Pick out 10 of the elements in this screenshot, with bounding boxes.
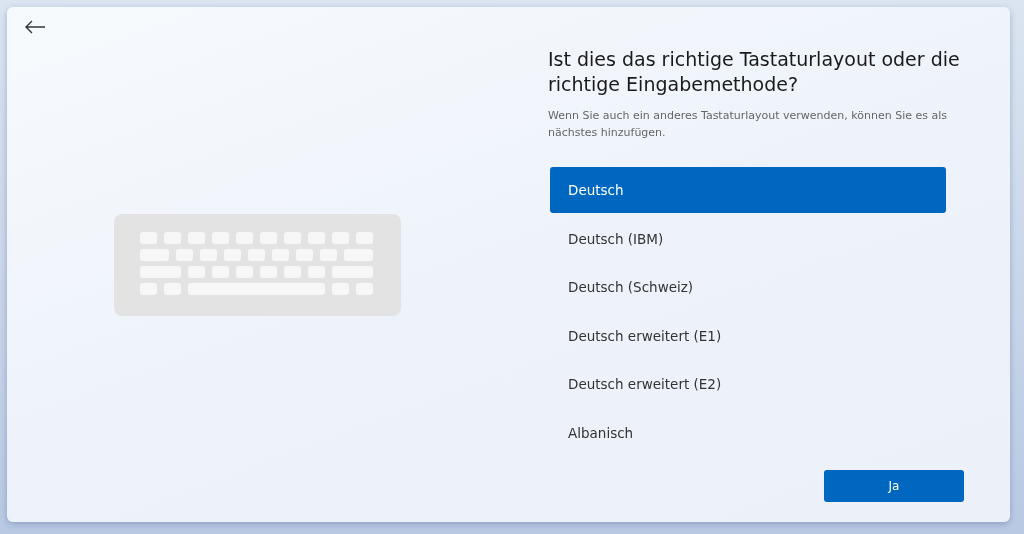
- layout-option[interactable]: Deutsch (IBM): [550, 215, 946, 262]
- confirm-button[interactable]: Ja: [824, 469, 964, 502]
- back-button[interactable]: [24, 20, 46, 34]
- description-text: Wenn Sie auch ein anderes Tastaturlayout verwenden, können Sie es als nächstes hinzufügen.: [548, 108, 948, 141]
- layout-option[interactable]: Deutsch: [550, 167, 946, 213]
- layout-option[interactable]: Deutsch erweitert (E2): [550, 361, 946, 407]
- page-title: Ist dies das richtige Tastaturlayout oder die richtige Eingabemethode?: [548, 47, 961, 97]
- layout-option[interactable]: Deutsch erweitert (E1): [550, 312, 946, 359]
- layout-option[interactable]: Albanisch: [550, 409, 946, 456]
- layout-option[interactable]: Deutsch (Schweiz): [550, 264, 946, 310]
